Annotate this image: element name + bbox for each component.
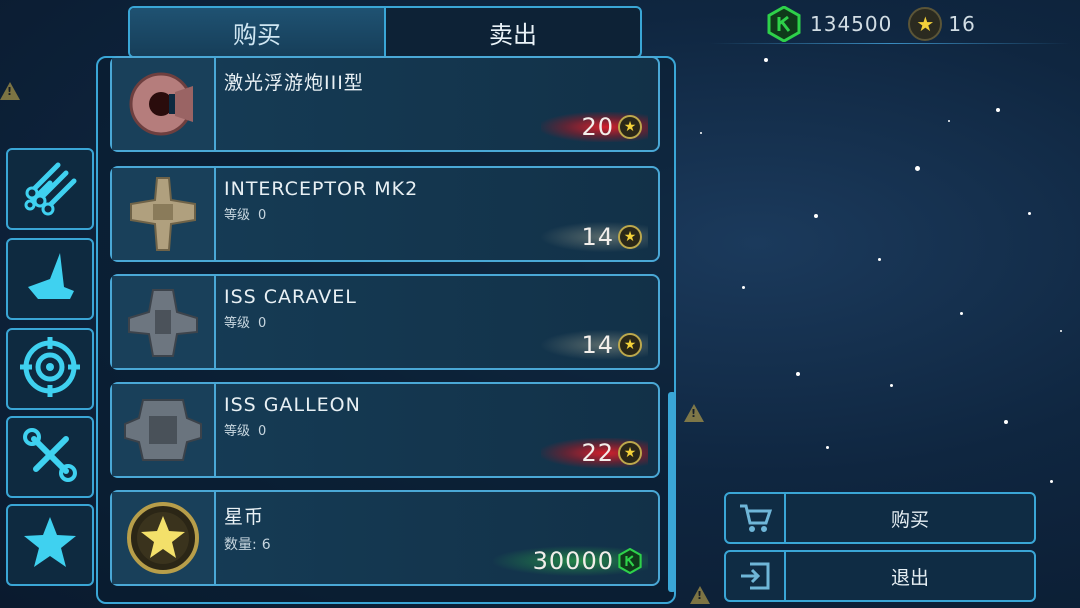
- category-upgrade-button[interactable]: [6, 416, 94, 498]
- galleon-ship-thumbnail: [112, 384, 216, 476]
- target-crosshair-icon: [18, 335, 82, 403]
- ammo-bundle-icon: [20, 157, 80, 221]
- star-icon: ★: [618, 115, 642, 139]
- item-name: INTERCEPTOR MK2: [224, 178, 419, 200]
- item-level: 等级 0: [224, 208, 267, 223]
- cart-icon: [726, 494, 786, 542]
- item-name: 星币: [224, 506, 265, 528]
- shop-item[interactable]: 激光浮游炮III型 20 ★: [110, 56, 660, 152]
- currency-bar: 134500 ★ 16: [710, 4, 1070, 44]
- category-ammo-button[interactable]: [6, 148, 94, 230]
- buy-button[interactable]: 购买: [724, 492, 1036, 544]
- category-premium-button[interactable]: [6, 504, 94, 586]
- tab-sell[interactable]: 卖出: [386, 8, 640, 56]
- item-price: 14 ★: [541, 330, 648, 360]
- star-icon: ★: [618, 225, 642, 249]
- star-coin-thumbnail: [112, 492, 216, 584]
- scrollbar[interactable]: [668, 392, 676, 592]
- shop-item[interactable]: ISS GALLEON 等级 0 22 ★: [110, 382, 660, 478]
- buy-sell-tabs: 购买 卖出: [128, 6, 642, 58]
- warning-icon: [0, 82, 20, 100]
- tab-buy[interactable]: 购买: [130, 8, 386, 56]
- exit-button[interactable]: 退出: [724, 550, 1036, 602]
- caravel-ship-thumbnail: [112, 276, 216, 368]
- item-level: 等级 0: [224, 316, 267, 331]
- star-icon: ★: [908, 7, 943, 41]
- item-name: ISS CARAVEL: [224, 286, 357, 308]
- item-price: 30000: [492, 546, 648, 576]
- item-price: 22 ★: [541, 438, 648, 468]
- exit-icon: [726, 552, 786, 600]
- warning-icon: [690, 586, 710, 604]
- star-amount: 16: [948, 12, 976, 36]
- star-icon: ★: [618, 441, 642, 465]
- item-quantity: 数量: 6: [224, 537, 271, 553]
- cash-amount: 134500: [810, 12, 893, 36]
- category-ships-button[interactable]: [6, 238, 94, 320]
- green-hex-coin-icon: [766, 6, 802, 42]
- wrench-screwdriver-icon: [20, 425, 80, 489]
- item-price: 14 ★: [541, 222, 648, 252]
- item-level: 等级 0: [224, 424, 267, 439]
- star-icon: ★: [618, 333, 642, 357]
- star-icon: [21, 514, 79, 576]
- shop-item[interactable]: ISS CARAVEL 等级 0 14 ★: [110, 274, 660, 370]
- ship-hull-icon: [20, 247, 80, 311]
- green-hex-coin-icon: [618, 548, 642, 574]
- item-name: 激光浮游炮III型: [224, 72, 364, 94]
- buy-label: 购买: [890, 508, 929, 531]
- shop-item[interactable]: 星币 数量: 6 30000: [110, 490, 660, 586]
- warning-icon: [684, 404, 704, 422]
- laser-drone-thumbnail: [112, 58, 216, 150]
- exit-label: 退出: [890, 566, 929, 589]
- category-weapons-button[interactable]: [6, 328, 94, 410]
- shop-item[interactable]: INTERCEPTOR MK2 等级 0 14 ★: [110, 166, 660, 262]
- item-name: ISS GALLEON: [224, 394, 361, 416]
- interceptor-ship-thumbnail: [112, 168, 216, 260]
- item-price: 20 ★: [541, 112, 648, 142]
